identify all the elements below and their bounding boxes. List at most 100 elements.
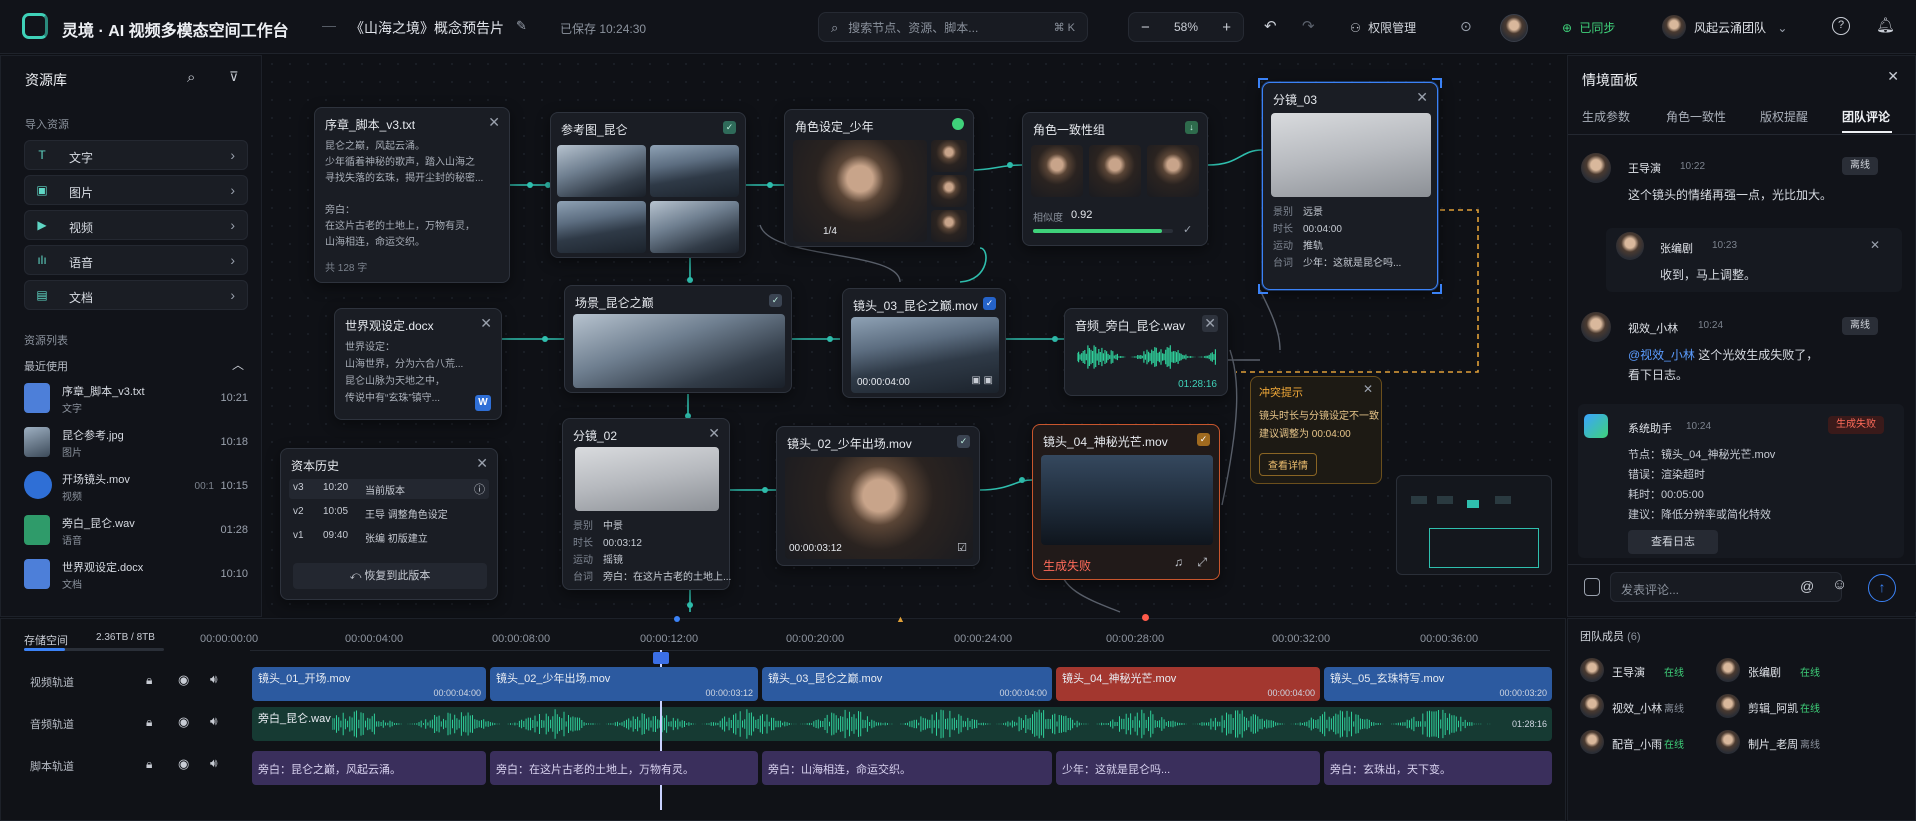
audio-clip[interactable]: 旁白_昆仑.wav 01:28:16 — [252, 707, 1552, 741]
video-clip[interactable]: 镜头_01_开场.mov 00:00:04:00 — [252, 667, 486, 701]
audio-node[interactable]: 音频_旁白_昆仑.wav ✕ 01:28:16 — [1064, 308, 1228, 396]
edit-check-icon[interactable]: ✓ — [769, 294, 782, 307]
video-clip[interactable]: 镜头_03_昆仑之巅.mov 00:00:04:00 — [762, 667, 1052, 701]
selection-handle-tr[interactable] — [1432, 78, 1442, 88]
script-clip[interactable]: 少年：这就是昆仑吗... — [1056, 751, 1320, 785]
send-button[interactable]: ↑ — [1868, 574, 1896, 602]
tab-1[interactable]: 角色一致性 — [1666, 108, 1726, 125]
restore-version-button[interactable]: ⤺ 恢复到此版本 — [293, 563, 487, 589]
world-setting-node[interactable]: 世界观设定.docx ✕ 世界设定： 山海世界，分为六合八荒... 昆仑山脉为天地之… — [334, 308, 502, 420]
close-icon[interactable]: ✕ — [488, 114, 500, 131]
character-view-1[interactable] — [931, 140, 967, 172]
resource-item[interactable]: 开场镜头.mov 视频 10:15 00:1 — [24, 468, 248, 508]
speaker-icon[interactable]: 🔊︎ — [210, 672, 218, 687]
character-view-3[interactable] — [931, 210, 967, 242]
emoji-icon[interactable]: ☺ — [1832, 576, 1847, 593]
tab-2[interactable]: 版权提醒 — [1760, 108, 1808, 125]
member-name[interactable]: 配音_小雨 — [1612, 736, 1662, 752]
storyboard-03-sketch[interactable] — [1271, 113, 1431, 197]
mention-link[interactable]: @视效_小林 — [1628, 348, 1695, 362]
storyboard-02-node[interactable]: 分镜_02 ✕ 景别 中景 时长 00:03:12 运动 摇镜 台词 旁白：在这片古老的土地上… — [562, 418, 731, 590]
member-name[interactable]: 张编剧 — [1748, 664, 1781, 680]
video-04-frame[interactable] — [1041, 455, 1213, 545]
reference-thumb-2[interactable] — [650, 145, 739, 197]
script-clip[interactable]: 旁白：玄珠出，天下变。 — [1324, 751, 1552, 785]
conflict-detail-button[interactable]: 查看详情 — [1259, 453, 1317, 476]
video-clip[interactable]: 镜头_04_神秘光芒.mov 00:00:04:00 — [1056, 667, 1320, 701]
history-row[interactable]: v1 09:40 张编 初版建立 — [289, 527, 489, 547]
speaker-icon[interactable]: 🔊︎ — [210, 756, 218, 771]
storyboard-03-node[interactable]: 分镜_03 ✕ 景别 远景 时长 00:04:00 运动 推轨 台词 少年：这就是昆仑吗... — [1258, 78, 1442, 294]
character-view-2[interactable] — [931, 175, 967, 207]
playhead-handle[interactable] — [653, 652, 669, 664]
member-name[interactable]: 视效_小林 — [1612, 700, 1662, 716]
music-icon[interactable]: ♫ — [1174, 555, 1183, 569]
eye-icon[interactable]: ◉ — [178, 672, 189, 688]
close-icon[interactable]: ✕ — [1202, 315, 1218, 332]
history-row[interactable]: v3 10:20 当前版本 ⓘ — [289, 479, 489, 499]
member-name[interactable]: 剪辑_阿凯 — [1748, 700, 1798, 716]
script-clip[interactable]: 旁白：山海相连，命运交织。 — [762, 751, 1052, 785]
script-clip[interactable]: 旁白：在这片古老的土地上，万物有灵。 — [490, 751, 758, 785]
member-name[interactable]: 王导演 — [1612, 664, 1645, 680]
video-04-node-failed[interactable]: 镜头_04_神秘光芒.mov ✓ 生成失败 ♫ ⤢ — [1032, 424, 1220, 580]
mention-icon[interactable]: @ — [1800, 578, 1814, 594]
member-name[interactable]: 制片_老周 — [1748, 736, 1798, 752]
expand-icon[interactable]: ⤢ — [1197, 555, 1207, 570]
minimap[interactable] — [1396, 475, 1552, 575]
lock-icon[interactable]: 🔒︎ — [146, 715, 152, 730]
lock-icon[interactable]: 🔒︎ — [146, 673, 152, 688]
view-log-button[interactable]: 查看日志 — [1628, 530, 1718, 554]
consistency-group-node[interactable]: 角色一致性组 ↓ 相似度 0.92 ✓ — [1022, 112, 1208, 246]
resource-item[interactable]: 序章_脚本_v3.txt 文字 10:21 — [24, 380, 248, 420]
reference-image-node[interactable]: 参考图_昆仑 ✓ — [550, 112, 746, 258]
resource-item[interactable]: 旁白_昆仑.wav 语音 01:28 — [24, 512, 248, 552]
close-icon[interactable]: ✕ — [1870, 238, 1880, 252]
selection-handle-br[interactable] — [1432, 284, 1442, 294]
character-design-node[interactable]: 角色设定_少年 1/4 — [784, 109, 974, 247]
close-icon[interactable]: ✕ — [1363, 382, 1373, 396]
download-icon[interactable]: ↓ — [1185, 121, 1198, 134]
speaker-icon[interactable]: 🔊︎ — [210, 714, 218, 729]
eye-icon[interactable]: ◉ — [178, 714, 189, 730]
consistency-thumb-1[interactable] — [1031, 145, 1083, 197]
video-02-node[interactable]: 镜头_02_少年出场.mov ✓ 00:00:03:12 ☑ — [776, 426, 980, 566]
tab-0[interactable]: 生成参数 — [1582, 108, 1630, 125]
import-item-1[interactable]: ▣ 图片 › — [24, 175, 248, 205]
import-item-3[interactable]: ılı 语音 › — [24, 245, 248, 275]
reference-thumb-1[interactable] — [557, 145, 646, 197]
close-icon[interactable]: ✕ — [480, 315, 492, 332]
close-icon[interactable]: ✕ — [708, 425, 720, 442]
close-icon[interactable]: ✕ — [476, 455, 488, 472]
info-icon[interactable]: ⓘ — [474, 481, 485, 497]
video-02-check-icon[interactable]: ☑ — [957, 541, 967, 554]
lock-icon[interactable]: 🔒︎ — [146, 757, 152, 772]
history-row[interactable]: v2 10:05 王导 调整角色设定 — [289, 503, 489, 523]
import-item-4[interactable]: ▤ 文档 › — [24, 280, 248, 310]
eye-icon[interactable]: ◉ — [178, 756, 189, 772]
consistency-thumb-2[interactable] — [1089, 145, 1141, 197]
reference-thumb-4[interactable] — [650, 201, 739, 253]
minimap-viewport[interactable] — [1429, 528, 1539, 568]
video-clip[interactable]: 镜头_05_玄珠特写.mov 00:00:03:20 — [1324, 667, 1552, 701]
script-node[interactable]: 序章_脚本_v3.txt ✕ 昆仑之巅，风起云涌。 少年循着神秘的歌声，踏入山海之… — [314, 107, 510, 283]
import-item-0[interactable]: T 文字 › — [24, 140, 248, 170]
storyboard-02-sketch[interactable] — [575, 447, 719, 511]
scene-image[interactable] — [573, 314, 785, 388]
attachment-icon[interactable] — [1584, 578, 1600, 596]
video-03-icons[interactable]: ▣ ▣ — [971, 375, 993, 386]
close-icon[interactable]: ✕ — [1416, 89, 1428, 106]
selection-handle-tl[interactable] — [1258, 78, 1268, 88]
resource-item[interactable]: 世界观设定.docx 文档 10:10 — [24, 556, 248, 596]
close-icon[interactable]: ✕ — [1887, 68, 1899, 85]
conflict-alert[interactable]: 冲突提示 ✕ 镜头时长与分镜设定不一致 建议调整为 00:04:00 查看详情 — [1250, 376, 1382, 484]
video-03-node[interactable]: 镜头_03_昆仑之巅.mov ✓ 00:00:04:00 ▣ ▣ — [842, 288, 1006, 398]
selection-handle-bl[interactable] — [1258, 284, 1268, 294]
consistency-thumb-3[interactable] — [1147, 145, 1199, 197]
import-item-2[interactable]: ▶ 视频 › — [24, 210, 248, 240]
reference-thumb-3[interactable] — [557, 201, 646, 253]
scene-node[interactable]: 场景_昆仑之巅 ✓ — [564, 285, 792, 393]
script-clip[interactable]: 旁白：昆仑之巅，风起云涌。 — [252, 751, 486, 785]
character-main-image[interactable] — [793, 140, 927, 242]
tab-3[interactable]: 团队评论 — [1842, 108, 1890, 125]
